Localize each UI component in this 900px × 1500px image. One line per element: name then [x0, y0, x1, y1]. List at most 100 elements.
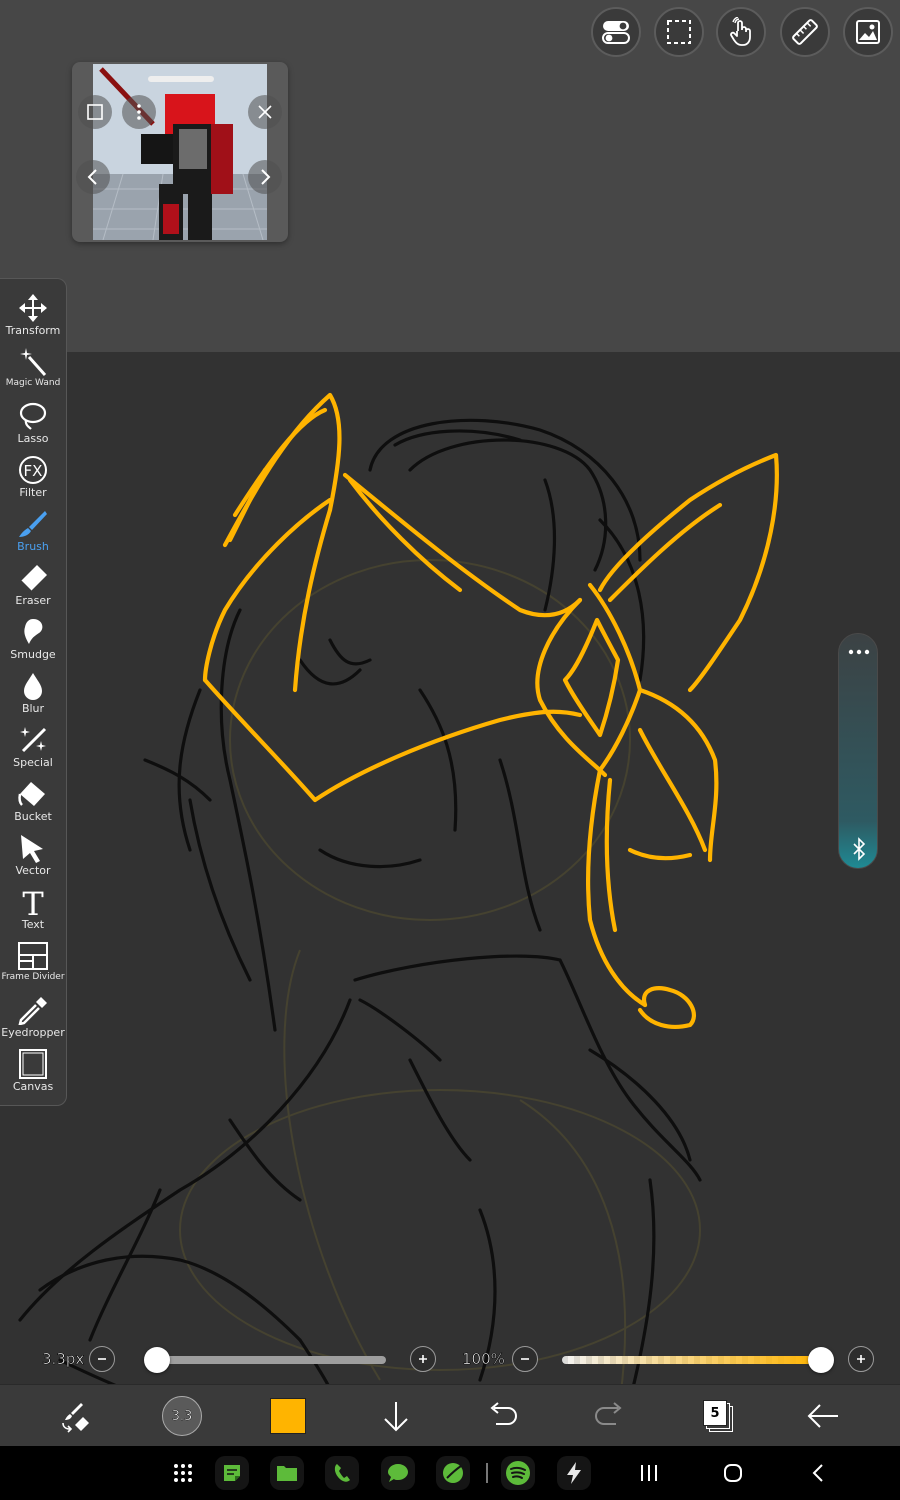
- bucket-icon: [18, 782, 45, 806]
- reference-close-button[interactable]: [248, 95, 282, 129]
- tool-lasso[interactable]: Lasso: [0, 399, 66, 453]
- notes-app-icon: [224, 1465, 240, 1481]
- lasso-icon: [19, 402, 47, 430]
- home-button[interactable]: [716, 1456, 750, 1490]
- back-to-gallery-button[interactable]: [798, 1385, 848, 1447]
- image-reference-icon: [856, 20, 880, 44]
- messages-app-button[interactable]: [381, 1456, 415, 1490]
- tool-label: Frame Divider: [1, 972, 65, 982]
- opacity-decrease-button[interactable]: [512, 1346, 538, 1372]
- bluetooth-icon[interactable]: [849, 837, 869, 861]
- brush-size-increase-button[interactable]: [410, 1346, 436, 1372]
- square-icon: [87, 104, 103, 120]
- tool-transform[interactable]: Transform: [0, 291, 66, 345]
- tool-eyedropper[interactable]: Eyedropper: [0, 993, 66, 1047]
- drawing-canvas[interactable]: [0, 352, 900, 1452]
- brush-size-track[interactable]: [150, 1356, 386, 1364]
- close-icon: [258, 105, 272, 119]
- brush-eraser-swap-icon: [62, 1403, 89, 1433]
- brush-size-slider-knob[interactable]: [144, 1347, 170, 1373]
- layers-button[interactable]: 5: [694, 1385, 742, 1447]
- reference-menu-button[interactable]: [122, 95, 156, 129]
- tool-label: Blur: [21, 702, 45, 715]
- apps-grid-button[interactable]: [166, 1456, 200, 1490]
- tool-label: Vector: [15, 864, 51, 877]
- bottom-toolbar: 3.3 5: [0, 1384, 900, 1446]
- smudge-icon: [24, 619, 43, 644]
- tool-canvas[interactable]: Canvas: [0, 1047, 66, 1101]
- brush-preview-button[interactable]: 3.3: [158, 1385, 206, 1447]
- slider-row: 3.3px 100%: [0, 1338, 900, 1382]
- chevron-right-icon: [261, 169, 271, 185]
- files-app-button[interactable]: [270, 1456, 304, 1490]
- opacity-slider-knob[interactable]: [808, 1347, 834, 1373]
- toggle-switches-button[interactable]: [591, 7, 641, 57]
- back-button[interactable]: [802, 1456, 836, 1490]
- tool-filter[interactable]: FX Filter: [0, 453, 66, 507]
- reference-prev-button[interactable]: [76, 160, 110, 194]
- tool-eraser[interactable]: Eraser: [0, 561, 66, 615]
- ibis-paint-icon: [443, 1463, 463, 1483]
- reference-next-button[interactable]: [248, 160, 282, 194]
- plus-icon: [419, 1355, 427, 1363]
- tool-label: Special: [13, 756, 53, 769]
- reference-frame-button[interactable]: [78, 95, 112, 129]
- move-arrows-icon: [19, 294, 47, 322]
- recents-icon: [641, 1465, 657, 1481]
- toggle-switches-icon: [602, 21, 630, 44]
- tool-label: Text: [21, 918, 45, 931]
- phone-app-button[interactable]: [325, 1456, 359, 1490]
- opacity-increase-button[interactable]: [848, 1346, 874, 1372]
- ruler-button[interactable]: [780, 7, 830, 57]
- color-picker-button[interactable]: [268, 1385, 308, 1447]
- tool-text[interactable]: T Text: [0, 885, 66, 939]
- spotify-app-button[interactable]: [501, 1456, 535, 1490]
- magic-wand-icon: [20, 348, 47, 376]
- ibis-paint-app-button[interactable]: [436, 1456, 470, 1490]
- tool-switch-button[interactable]: [48, 1385, 104, 1447]
- undo-button[interactable]: [478, 1385, 526, 1447]
- opacity-track[interactable]: [562, 1356, 822, 1364]
- download-button[interactable]: [372, 1385, 420, 1447]
- tool-magic-wand[interactable]: Magic Wand: [0, 345, 66, 399]
- redo-icon: [595, 1402, 622, 1425]
- tool-label: Lasso: [17, 432, 49, 445]
- tool-bucket[interactable]: Bucket: [0, 777, 66, 831]
- apps-grid-icon: [174, 1464, 192, 1482]
- brush-preview-label: 3.3: [171, 1408, 193, 1424]
- recents-button[interactable]: [632, 1456, 666, 1490]
- tool-blur[interactable]: Blur: [0, 669, 66, 723]
- brush-size-decrease-button[interactable]: [89, 1346, 115, 1372]
- more-horizontal-icon[interactable]: [847, 646, 871, 658]
- hand-touch-icon: [730, 17, 751, 46]
- special-brush-icon: [20, 727, 47, 753]
- brush-size-value: 3.3px: [42, 1350, 85, 1369]
- notes-app-button[interactable]: [215, 1456, 249, 1490]
- canvas-icon: [19, 1049, 47, 1079]
- touch-button[interactable]: [716, 7, 766, 57]
- tool-label: Eyedropper: [1, 1026, 65, 1039]
- spotify-icon: [506, 1461, 530, 1485]
- tool-frame-divider[interactable]: Frame Divider: [0, 939, 66, 993]
- tool-special[interactable]: Special: [0, 723, 66, 777]
- nav-divider: [486, 1463, 488, 1483]
- files-app-icon: [277, 1466, 297, 1481]
- svg-text:FX: FX: [24, 462, 43, 480]
- artwork: [18, 392, 779, 1442]
- tool-label: Smudge: [10, 648, 56, 661]
- selection-button[interactable]: [654, 7, 704, 57]
- reference-image-button[interactable]: [843, 7, 893, 57]
- bolt-app-button[interactable]: [557, 1456, 591, 1490]
- redo-button[interactable]: [586, 1385, 634, 1447]
- tool-smudge[interactable]: Smudge: [0, 615, 66, 669]
- opacity-value: 100%: [462, 1350, 505, 1369]
- side-slider-widget[interactable]: [838, 633, 878, 869]
- tool-brush[interactable]: Brush: [0, 507, 66, 561]
- tool-panel: Transform Magic Wand Lasso FX Filter Bru…: [0, 278, 67, 1106]
- reference-image: [93, 64, 267, 240]
- system-nav-bar: [0, 1446, 900, 1500]
- tool-vector[interactable]: Vector: [0, 831, 66, 885]
- frame-divider-icon: [18, 942, 48, 970]
- reference-window[interactable]: [72, 62, 288, 242]
- eraser-icon: [20, 565, 47, 592]
